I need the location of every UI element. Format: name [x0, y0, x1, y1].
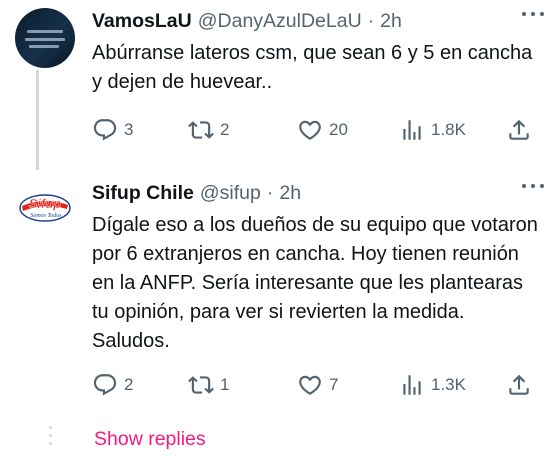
- share-button[interactable]: [506, 372, 532, 398]
- more-options-icon[interactable]: [522, 182, 544, 190]
- tweet-vamoslau[interactable]: VamosLaU @DanyAzulDeLaU · 2h Abúrranse l…: [0, 0, 554, 170]
- retweet-count: 1: [220, 375, 230, 394]
- user-handle[interactable]: @sifup: [200, 182, 261, 205]
- profile-photo-icon[interactable]: [15, 8, 75, 68]
- like-button[interactable]: 7: [297, 372, 338, 398]
- timestamp[interactable]: 2h: [279, 182, 301, 205]
- sifup-logo-icon[interactable]: Sifup Somos Todos: [15, 180, 75, 240]
- retweet-icon: [188, 121, 214, 139]
- like-count: 7: [329, 375, 339, 394]
- reply-count: 3: [124, 120, 134, 139]
- tweet-actions: 2 1 7 1.3K: [92, 372, 532, 398]
- separator-dot: ·: [266, 181, 274, 204]
- timestamp[interactable]: 2h: [380, 10, 402, 33]
- retweet-icon: [188, 376, 214, 394]
- reply-icon: [93, 119, 117, 141]
- heart-icon: [299, 120, 321, 140]
- like-count: 20: [329, 120, 348, 139]
- share-button[interactable]: [506, 117, 532, 143]
- retweet-button[interactable]: 2: [188, 117, 229, 143]
- like-button[interactable]: 20: [297, 117, 348, 143]
- views-count: 1.8K: [431, 120, 466, 139]
- reply-icon: [93, 374, 117, 396]
- logo-tagline: Somos Todos: [30, 213, 62, 219]
- more-options-icon[interactable]: [522, 10, 544, 18]
- tweet-text: Abúrranse lateros csm, que sean 6 y 5 en…: [92, 42, 533, 93]
- views-button[interactable]: 1.8K: [399, 117, 466, 143]
- views-chart-icon: [403, 375, 421, 395]
- views-count: 1.3K: [431, 375, 466, 394]
- views-chart-icon: [403, 120, 421, 140]
- user-handle[interactable]: @DanyAzulDeLaU: [198, 10, 362, 33]
- retweet-count: 2: [220, 120, 230, 139]
- more-replies-dot: [49, 434, 52, 437]
- reply-count: 2: [124, 375, 134, 394]
- show-replies-link[interactable]: Show replies: [94, 428, 206, 451]
- separator-dot: ·: [367, 9, 375, 32]
- reply-button[interactable]: 3: [92, 117, 133, 143]
- more-replies-dot: [49, 426, 52, 429]
- tweet-sifup[interactable]: Sifup Somos Todos Sifup Chile @sifup · 2…: [0, 172, 554, 412]
- share-icon: [509, 119, 529, 140]
- tweet-actions: 3 2 20 1.8K: [92, 117, 532, 143]
- tweet-header: Sifup Chile @sifup · 2h: [92, 178, 542, 208]
- sifup-logo-mark: Sifup Somos Todos: [19, 194, 71, 222]
- share-icon: [509, 374, 529, 395]
- heart-icon: [299, 375, 321, 395]
- thread-connector-line: [36, 70, 39, 170]
- reply-button[interactable]: 2: [92, 372, 133, 398]
- more-replies-dot: [49, 442, 52, 445]
- tweet-header: VamosLaU @DanyAzulDeLaU · 2h: [92, 6, 542, 36]
- logo-title: Sifup: [29, 196, 62, 211]
- retweet-button[interactable]: 1: [188, 372, 229, 398]
- display-name[interactable]: VamosLaU: [92, 10, 192, 33]
- tweet-text: Dígale eso a los dueños de su equipo que…: [92, 214, 538, 352]
- display-name[interactable]: Sifup Chile: [92, 182, 194, 205]
- views-button[interactable]: 1.3K: [399, 372, 466, 398]
